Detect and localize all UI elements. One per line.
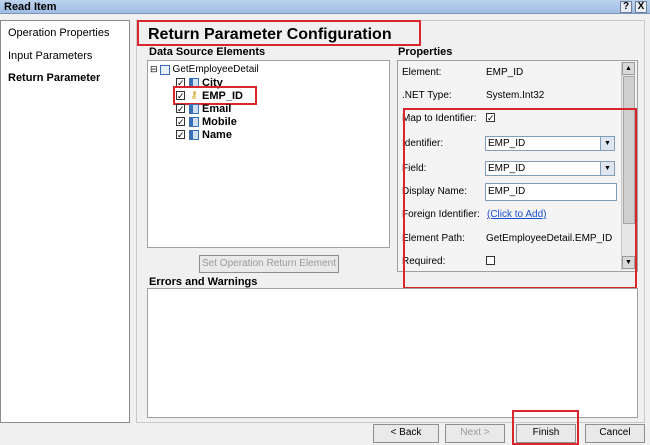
nettype-label: .NET Type: [402, 90, 452, 101]
close-button[interactable]: X [635, 1, 647, 13]
collapse-icon[interactable]: ⊟ [150, 64, 158, 75]
scroll-up-icon[interactable]: ▲ [622, 62, 635, 75]
element-value: EMP_ID [486, 67, 524, 78]
highlight-box-properties [403, 108, 637, 289]
element-label: Element: [402, 67, 442, 78]
tree-root[interactable]: ⊟ GetEmployeeDetail [150, 63, 259, 76]
cancel-button[interactable]: Cancel [585, 424, 645, 443]
nav-operation-properties[interactable]: Operation Properties [8, 27, 110, 39]
highlight-box-finish [512, 410, 579, 445]
tree-item-label: Mobile [202, 115, 237, 128]
properties-label: Properties [398, 46, 453, 58]
table-icon [159, 64, 170, 75]
errors-panel [147, 288, 638, 418]
checkbox[interactable]: ✓ [176, 130, 185, 140]
column-icon [189, 103, 199, 114]
column-icon [189, 129, 199, 140]
nettype-value: System.Int32 [486, 90, 545, 101]
column-icon [189, 116, 199, 127]
set-return-element-button[interactable]: Set Operation Return Element [199, 255, 339, 273]
data-source-label: Data Source Elements [149, 46, 266, 58]
errors-label: Errors and Warnings [149, 276, 258, 288]
tree-item-label: Email [202, 102, 232, 115]
tree-item-mobile[interactable]: ✓ Mobile [176, 115, 237, 128]
tree-item-label: Name [202, 128, 232, 141]
checkbox[interactable]: ✓ [176, 117, 185, 127]
title-bar [0, 0, 650, 14]
help-button[interactable]: ? [620, 1, 632, 13]
next-button[interactable]: Next > [445, 424, 505, 443]
nav-return-parameter[interactable]: Return Parameter [8, 72, 100, 84]
nav-input-parameters[interactable]: Input Parameters [8, 50, 92, 62]
tree-item-email[interactable]: ✓ Email [176, 102, 231, 115]
back-button[interactable]: < Back [373, 424, 439, 443]
window-title: Read Item [4, 1, 57, 13]
tree-root-label: GetEmployeeDetail [172, 64, 259, 75]
tree-item-name[interactable]: ✓ Name [176, 128, 232, 141]
highlight-box-title [137, 20, 421, 46]
checkbox[interactable]: ✓ [176, 104, 185, 114]
